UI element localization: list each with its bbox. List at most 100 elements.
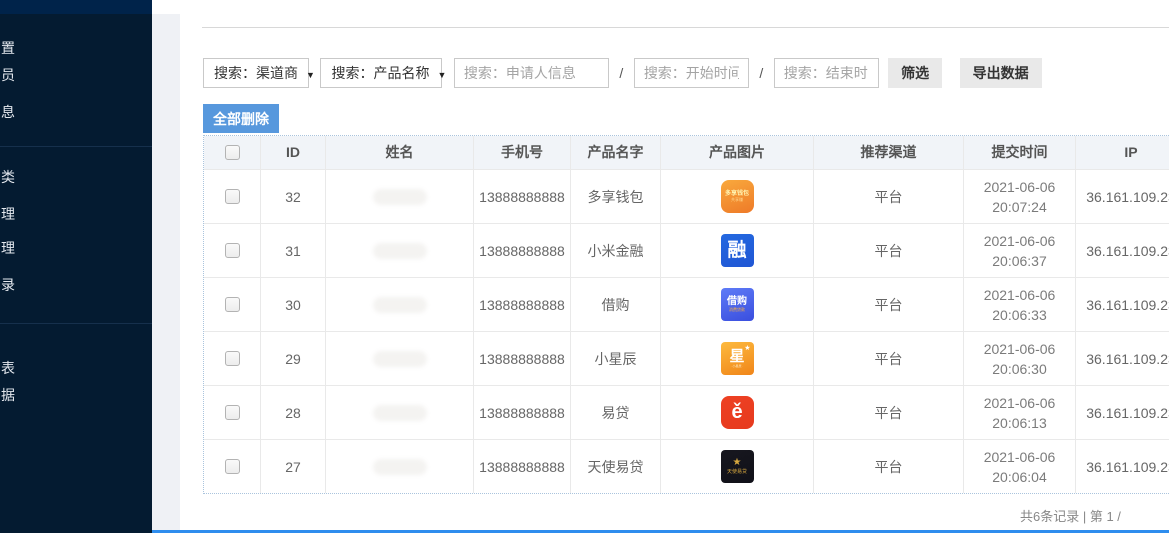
chevron-down-icon: ▼ <box>306 70 315 80</box>
row-name <box>326 224 474 277</box>
row-checkbox[interactable] <box>225 459 240 474</box>
row-channel: 平台 <box>814 170 964 223</box>
row-phone: 13888888888 <box>474 332 571 385</box>
jiegou-app-icon: 借购消费贷款 <box>721 288 754 321</box>
row-submit-time: 2021-06-0620:07:24 <box>964 170 1076 223</box>
row-checkbox-cell <box>204 386 261 439</box>
row-checkbox-cell <box>204 278 261 331</box>
product-select[interactable]: 搜索：产品名称▼ <box>320 58 442 88</box>
header-time: 提交时间 <box>964 136 1076 169</box>
row-product-image-cell: 星· 小星辰 ·★ <box>661 332 814 385</box>
row-phone: 13888888888 <box>474 278 571 331</box>
row-checkbox[interactable] <box>225 243 240 258</box>
records-table: ID 姓名 手机号 产品名字 产品图片 推荐渠道 提交时间 IP 32 13888… <box>203 135 1169 494</box>
sidebar-menu-item[interactable]: 据 <box>0 381 152 409</box>
sidebar-menu-item[interactable]: 理 <box>0 234 152 262</box>
row-ip: 36.161.109.23 <box>1076 440 1169 493</box>
sidebar-menu-item[interactable]: 员 <box>0 61 152 89</box>
row-product-name: 天使易贷 <box>571 440 661 493</box>
row-checkbox[interactable] <box>225 405 240 420</box>
sidebar-menu-item[interactable]: 录 <box>0 271 152 299</box>
header-product: 产品名字 <box>571 136 661 169</box>
row-submit-time: 2021-06-0620:06:13 <box>964 386 1076 439</box>
table-row: 2713888888888天使易贷★天使易贷平台2021-06-0620:06:… <box>204 439 1169 493</box>
row-channel: 平台 <box>814 440 964 493</box>
row-channel: 平台 <box>814 224 964 277</box>
row-product-image-cell: 借购消费贷款 <box>661 278 814 331</box>
sidebar-menu-item[interactable]: 类 <box>0 163 152 191</box>
filter-button[interactable]: 筛选 <box>888 58 942 88</box>
select-all-checkbox[interactable] <box>225 145 240 160</box>
row-checkbox[interactable] <box>225 189 240 204</box>
channel-select[interactable]: 搜索：渠道商▼ <box>203 58 309 88</box>
delete-all-button[interactable]: 全部删除 <box>203 104 279 133</box>
row-checkbox[interactable] <box>225 297 240 312</box>
app-icon-glyph: 融 <box>727 241 746 261</box>
applicant-search-input[interactable] <box>454 58 609 88</box>
header-phone: 手机号 <box>474 136 571 169</box>
row-submit-time: 2021-06-0620:06:04 <box>964 440 1076 493</box>
row-product-name: 小星辰 <box>571 332 661 385</box>
app-icon-caption: 天使易贷 <box>727 470 747 475</box>
table-body: 3213888888888多享钱包多享钱包共享赚平台2021-06-0620:0… <box>204 169 1169 493</box>
sidebar-menu-item[interactable]: 息 <box>0 98 152 126</box>
yidai-app-icon: ě <box>721 396 754 429</box>
row-ip: 36.161.109.23 <box>1076 386 1169 439</box>
table-row: 2913888888888小星辰星· 小星辰 ·★平台2021-06-0620:… <box>204 331 1169 385</box>
app-icon-glyph: 借购 <box>727 297 747 308</box>
row-name <box>326 170 474 223</box>
duoxiang-wallet-app-icon: 多享钱包共享赚 <box>721 180 754 213</box>
row-checkbox[interactable] <box>225 351 240 366</box>
app-icon-glyph: ě <box>731 402 742 423</box>
row-id: 32 <box>261 170 326 223</box>
row-id: 28 <box>261 386 326 439</box>
redacted-name <box>373 459 427 475</box>
row-submit-time: 2021-06-0620:06:37 <box>964 224 1076 277</box>
sidebar: 置员息类理理录表据 <box>0 0 152 533</box>
row-id: 29 <box>261 332 326 385</box>
redacted-name <box>373 297 427 313</box>
table-row: 3213888888888多享钱包多享钱包共享赚平台2021-06-0620:0… <box>204 169 1169 223</box>
row-id: 27 <box>261 440 326 493</box>
row-channel: 平台 <box>814 332 964 385</box>
redacted-name <box>373 243 427 259</box>
row-ip: 36.161.109.23 <box>1076 332 1169 385</box>
sidebar-header <box>0 0 152 14</box>
row-product-image-cell: 融 <box>661 224 814 277</box>
row-product-image-cell: ★天使易贷 <box>661 440 814 493</box>
end-time-input[interactable] <box>774 58 879 88</box>
row-id: 31 <box>261 224 326 277</box>
row-phone: 13888888888 <box>474 386 571 439</box>
date-separator: / <box>613 58 629 88</box>
product-select-label: 搜索：产品名称 <box>331 65 429 81</box>
header-channel: 推荐渠道 <box>814 136 964 169</box>
tianshi-yidai-app-icon: ★天使易贷 <box>721 450 754 483</box>
chevron-down-icon: ▼ <box>437 70 446 80</box>
row-submit-time: 2021-06-0620:06:33 <box>964 278 1076 331</box>
row-name <box>326 278 474 331</box>
table-row: 3013888888888借购借购消费贷款平台2021-06-0620:06:3… <box>204 277 1169 331</box>
row-phone: 13888888888 <box>474 224 571 277</box>
date-separator: / <box>753 58 769 88</box>
sidebar-menu-item[interactable]: 表 <box>0 354 152 382</box>
app-window: 置员息类理理录表据 搜索：渠道商▼ 搜索：产品名称▼ / / 筛选 导出数据 全… <box>0 0 1169 533</box>
row-ip: 36.161.109.23 <box>1076 224 1169 277</box>
sidebar-menu-item[interactable]: 置 <box>0 34 152 62</box>
select-all-cell <box>204 136 261 169</box>
row-product-image-cell: 多享钱包共享赚 <box>661 170 814 223</box>
row-checkbox-cell <box>204 332 261 385</box>
row-checkbox-cell <box>204 170 261 223</box>
table-header-row: ID 姓名 手机号 产品名字 产品图片 推荐渠道 提交时间 IP <box>204 136 1169 169</box>
header-name: 姓名 <box>326 136 474 169</box>
star-icon: ★ <box>744 344 750 352</box>
row-name <box>326 332 474 385</box>
row-phone: 13888888888 <box>474 440 571 493</box>
start-time-input[interactable] <box>634 58 749 88</box>
redacted-name <box>373 189 427 205</box>
app-icon-caption: · 小星辰 · <box>731 365 744 368</box>
export-data-button[interactable]: 导出数据 <box>960 58 1042 88</box>
sidebar-menu-item[interactable]: 理 <box>0 200 152 228</box>
row-name <box>326 386 474 439</box>
filter-bar: 搜索：渠道商▼ 搜索：产品名称▼ / / 筛选 导出数据 <box>203 58 1042 88</box>
sidebar-gutter <box>152 14 180 533</box>
